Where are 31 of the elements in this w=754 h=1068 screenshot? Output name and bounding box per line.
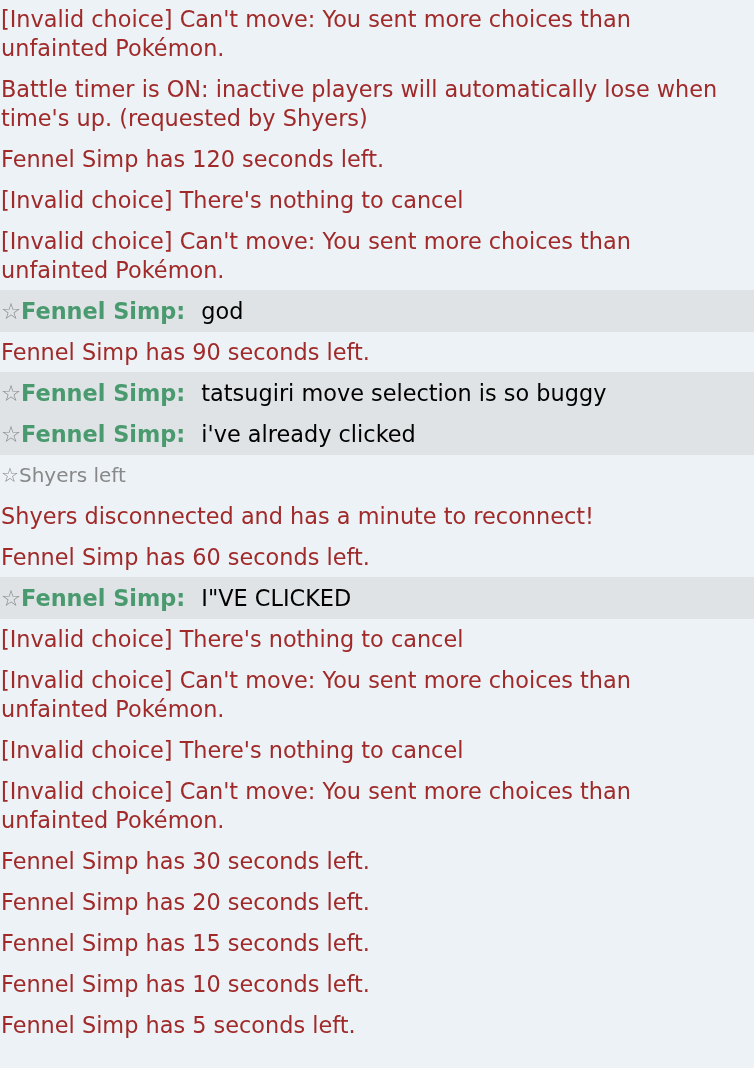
rank-label: ☆: [1, 379, 22, 408]
system-message: [Invalid choice] Can't move: You sent more choices than unfainted Pokémon.: [0, 666, 632, 724]
system-message: Fennel Simp has 120 seconds left.: [0, 145, 386, 174]
chat-message: i've already clicked: [201, 420, 416, 449]
username[interactable]: Fennel Simp:: [21, 379, 186, 408]
system-message: Fennel Simp has 30 seconds left.: [0, 847, 371, 876]
rank-label: ☆: [1, 584, 22, 613]
chat-message: god: [201, 297, 244, 326]
system-message: Shyers disconnected and has a minute to reconnect!: [0, 502, 596, 531]
system-message: Fennel Simp has 60 seconds left.: [0, 543, 371, 572]
system-message: Fennel Simp has 20 seconds left.: [0, 888, 371, 917]
username[interactable]: Fennel Simp:: [21, 584, 186, 613]
username[interactable]: Fennel Simp:: [21, 297, 186, 326]
system-message: Fennel Simp has 90 seconds left.: [0, 338, 371, 367]
system-message: [Invalid choice] Can't move: You sent more choices than unfainted Pokémon.: [0, 777, 632, 835]
system-message: Fennel Simp has 15 seconds left.: [0, 929, 371, 958]
username[interactable]: Fennel Simp:: [21, 420, 186, 449]
system-message: Fennel Simp has 5 seconds left.: [0, 1011, 357, 1040]
rank-label: ☆: [1, 297, 22, 326]
system-message: [Invalid choice] There's nothing to cancel: [0, 625, 465, 654]
rank-label: ☆: [1, 420, 22, 449]
chat-message: tatsugiri move selection is so buggy: [201, 379, 607, 408]
system-message: Battle timer is ON: inactive players will automatically lose when time's up. (requested by Shyers): [0, 75, 719, 133]
leave-notice: Shyers left: [18, 463, 126, 487]
system-message: Fennel Simp has 10 seconds left.: [0, 970, 371, 999]
system-message: [Invalid choice] Can't move: You sent more choices than unfainted Pokémon.: [0, 227, 632, 285]
system-message: [Invalid choice] Can't move: You sent more choices than unfainted Pokémon.: [0, 5, 632, 63]
chat-message: I"VE CLICKED: [201, 584, 352, 613]
system-message: [Invalid choice] There's nothing to cancel: [0, 186, 465, 215]
rank-label: ☆: [1, 463, 19, 487]
system-message: [Invalid choice] There's nothing to cancel: [0, 736, 465, 765]
